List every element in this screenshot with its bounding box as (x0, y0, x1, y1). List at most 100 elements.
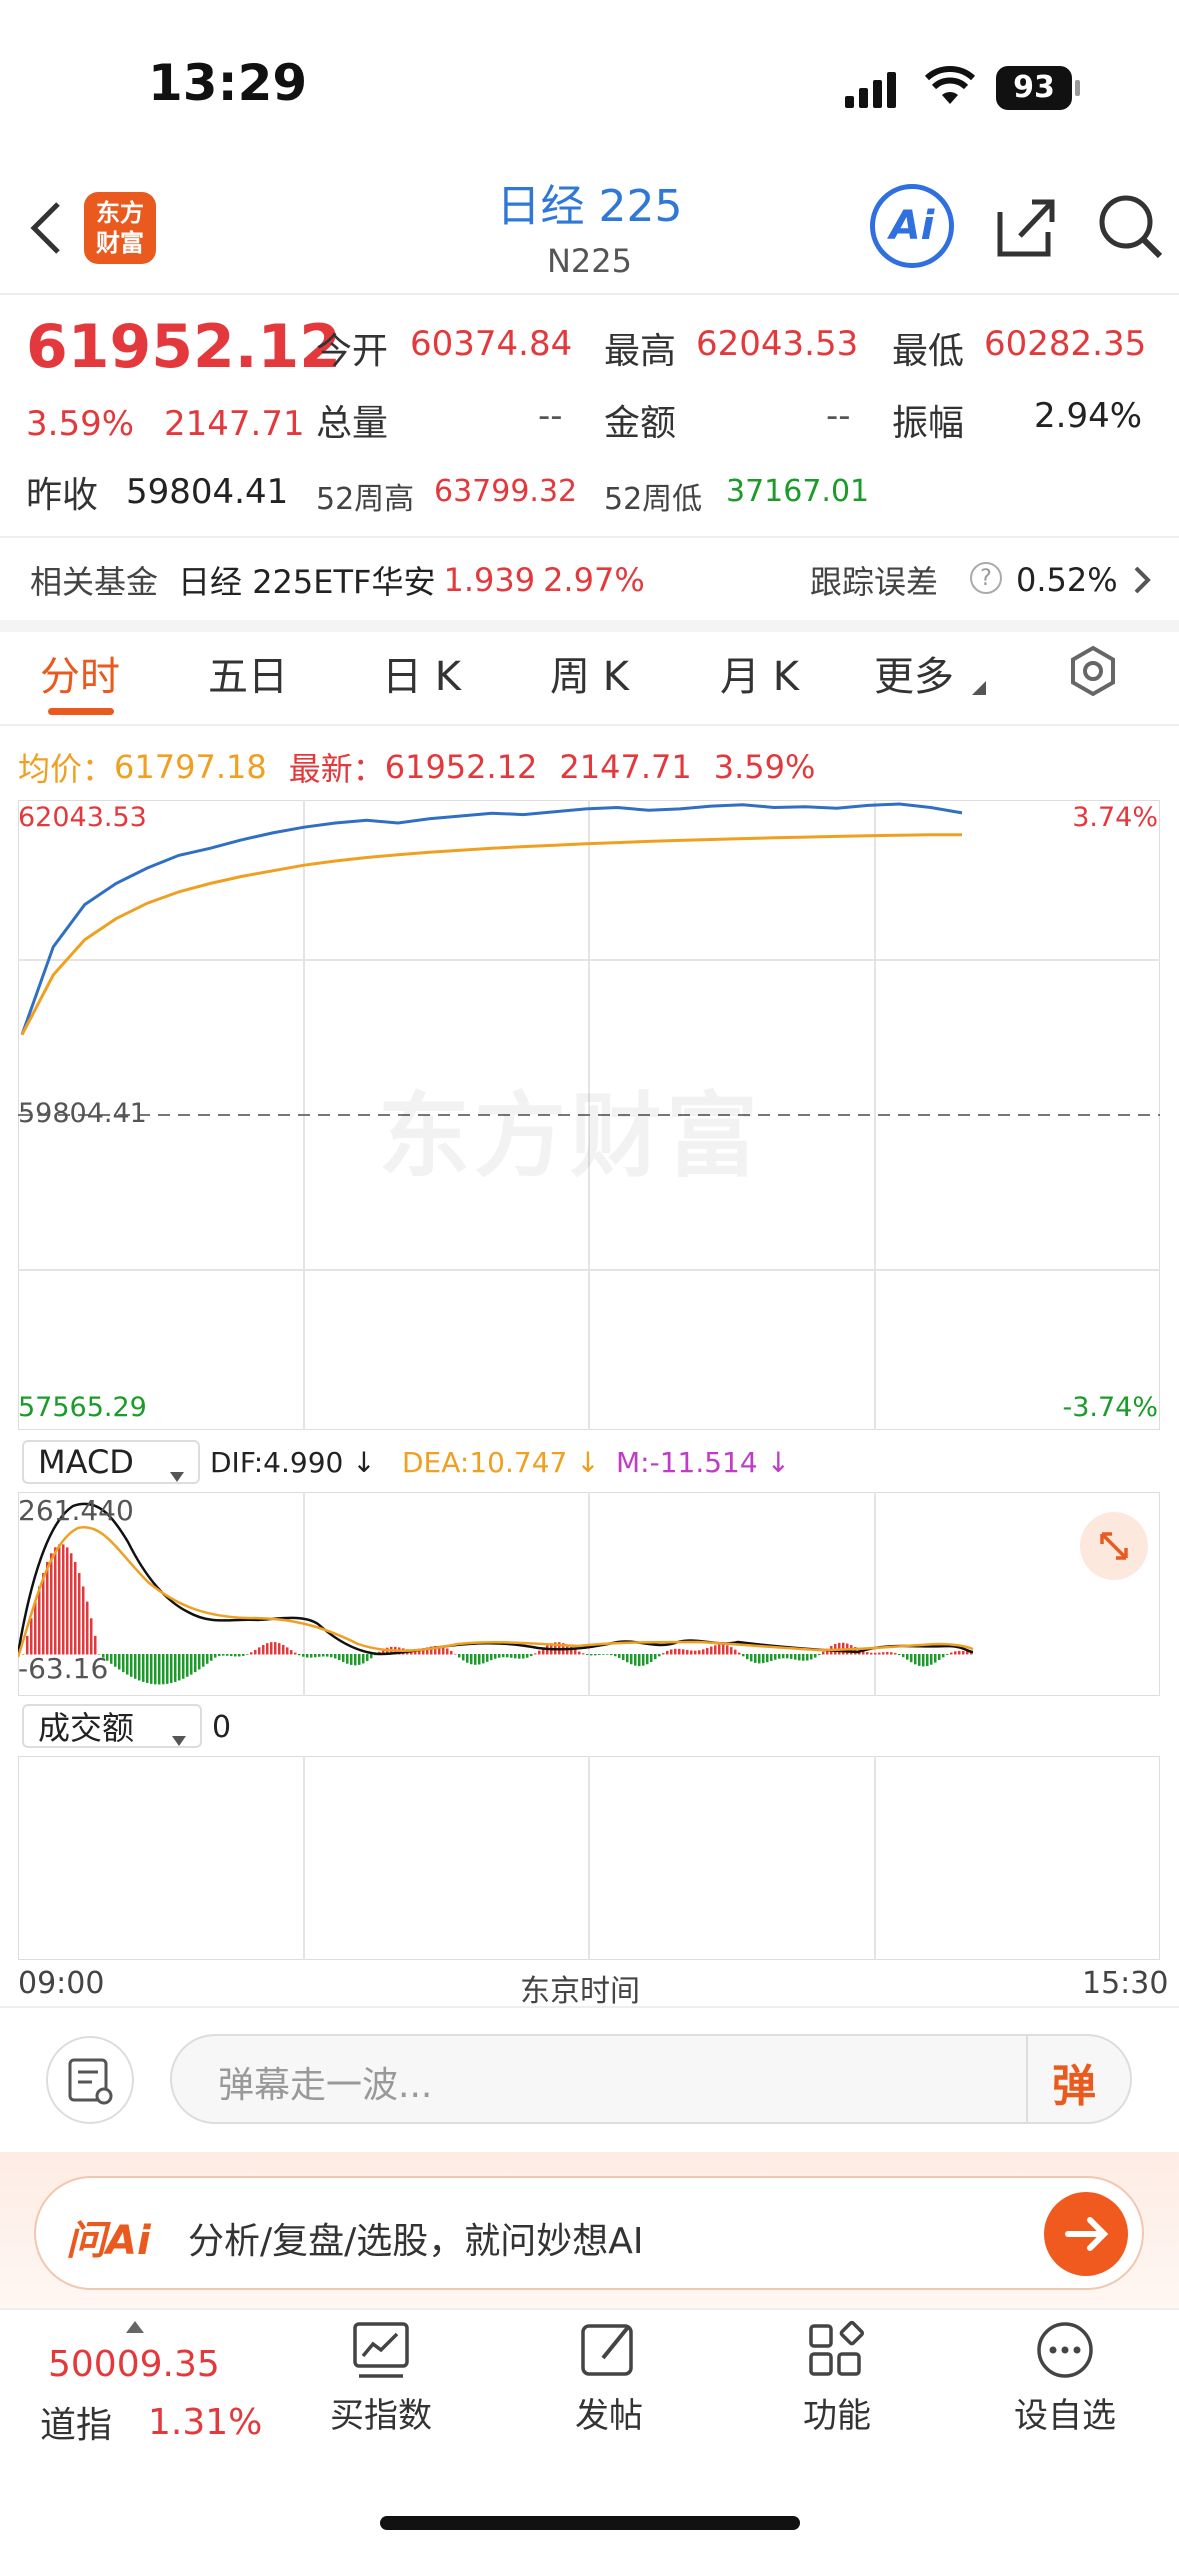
tab-daily-k[interactable]: 日 K (382, 644, 461, 702)
macd-bar (962, 1651, 965, 1655)
buy-index-button[interactable]: 买指数 (306, 2318, 456, 2437)
watermark: 东方财富 (378, 1083, 763, 1190)
volume-chart[interactable] (17, 1755, 1161, 1961)
tab-five-day[interactable]: 五日 (208, 644, 288, 702)
macd-bar (350, 1654, 353, 1665)
macd-bar (262, 1645, 265, 1655)
volume-selector[interactable]: 成交额 (22, 1704, 202, 1748)
quote-divider (0, 536, 1179, 538)
macd-bar (270, 1642, 273, 1655)
macd-bar (802, 1654, 805, 1661)
macd-bar (770, 1654, 773, 1661)
macd-bar (342, 1654, 345, 1662)
macd-bar (874, 1652, 877, 1655)
ai-assistant-bar[interactable]: 问Ai 分析/复盘/选股，就问妙想AI (34, 2176, 1144, 2290)
tab-weekly-k[interactable]: 周 K (550, 644, 629, 702)
up-triangle-icon (126, 2318, 144, 2337)
macd-bar (814, 1654, 817, 1658)
related-fund-row[interactable]: 相关基金 日经 225ETF华安 1.939 2.97% 跟踪误差 ? 0.52… (30, 556, 1160, 604)
macd-selector[interactable]: MACD (22, 1440, 200, 1484)
macd-bar (322, 1654, 325, 1657)
macd-bar (150, 1654, 153, 1684)
wk52-low-value: 37167.01 (726, 474, 870, 509)
tab-more[interactable]: 更多 (874, 644, 954, 702)
macd-bar (50, 1553, 53, 1655)
macd-bar (590, 1654, 593, 1656)
post-button[interactable]: 发帖 (534, 2318, 684, 2437)
macd-bar (682, 1649, 685, 1655)
add-watchlist-button[interactable]: 设自选 (990, 2318, 1140, 2437)
macd-bar (930, 1654, 933, 1665)
latest-label: 最新： (288, 750, 385, 788)
share-icon[interactable] (992, 192, 1062, 266)
tabbar-divider (0, 2308, 1179, 2310)
dow-value: 50009.35 (48, 2344, 220, 2385)
caret-down-icon (170, 1454, 184, 1492)
macd-bar (134, 1654, 137, 1679)
macd-bar (206, 1654, 209, 1664)
macd-bar (454, 1653, 457, 1655)
macd-bar (638, 1654, 641, 1667)
macd-bar (586, 1654, 589, 1655)
macd-bar (670, 1649, 673, 1655)
intraday-chart[interactable]: 62043.53 59804.41 57565.29 3.74% -3.74% … (17, 799, 1161, 1431)
macd-bar (186, 1654, 189, 1677)
search-icon[interactable] (1094, 190, 1166, 266)
macd-bar (154, 1654, 157, 1685)
macd-bar (606, 1654, 609, 1655)
macd-bar (678, 1648, 681, 1655)
macd-bar (74, 1561, 77, 1655)
macd-bar (358, 1654, 361, 1665)
fund-pct: 2.97% (543, 561, 645, 599)
notes-icon[interactable] (46, 2036, 134, 2124)
macd-bar (290, 1650, 293, 1655)
macd-bar (610, 1654, 613, 1656)
macd-bar (282, 1644, 285, 1655)
macd-bar (138, 1654, 141, 1681)
macd-bar (78, 1573, 81, 1655)
macd-bar (234, 1654, 237, 1657)
open-label: 今开 (316, 331, 389, 372)
macd-bar (502, 1654, 505, 1658)
dow-ticker[interactable]: 道指 1.31% (40, 2396, 262, 2448)
comment-input[interactable]: 弹幕走一波... 弹 (170, 2034, 1132, 2124)
macd-bar (738, 1652, 741, 1655)
macd-bar (258, 1647, 261, 1655)
macd-bar (750, 1654, 753, 1662)
macd-bar (642, 1654, 645, 1666)
danmu-button[interactable]: 弹 (1052, 2050, 1096, 2114)
macd-bar (866, 1652, 869, 1655)
macd-bar (38, 1586, 41, 1655)
macd-bar (474, 1654, 477, 1665)
y-bottom-label: 57565.29 (18, 1392, 147, 1423)
macd-bar (250, 1652, 253, 1655)
macd-bar (370, 1654, 373, 1659)
y-top-label: 62043.53 (18, 802, 147, 833)
macd-bar (722, 1644, 725, 1655)
low-label: 最低 (892, 331, 965, 372)
macd-bar (698, 1650, 701, 1655)
macd-bar (734, 1649, 737, 1655)
macd-bar (326, 1654, 329, 1657)
tab-intraday[interactable]: 分时 (40, 644, 120, 702)
expand-icon[interactable] (1080, 1512, 1148, 1580)
status-time: 13:29 (148, 54, 308, 112)
time-end-label: 15:30 (1082, 1966, 1169, 2001)
tab-monthly-k[interactable]: 月 K (720, 644, 799, 702)
help-icon[interactable]: ? (970, 562, 1002, 594)
macd-bar (494, 1654, 497, 1659)
macd-bar (822, 1651, 825, 1655)
macd-bar (246, 1654, 249, 1655)
prev-close-label: 昨收 (26, 475, 99, 516)
macd-bar (478, 1654, 481, 1665)
settings-icon[interactable] (1066, 644, 1120, 702)
functions-button[interactable]: 功能 (762, 2318, 912, 2437)
dropdown-triangle-icon (972, 680, 986, 699)
macd-bar (338, 1654, 341, 1661)
battery-level: 93 (1013, 70, 1055, 105)
ai-button[interactable]: Ai (870, 184, 954, 268)
macd-bar (178, 1654, 181, 1681)
macd-chart[interactable]: 261.440 -63.16 (16, 1491, 1161, 1697)
macd-bar (942, 1654, 945, 1658)
arrow-right-icon[interactable] (1044, 2192, 1128, 2276)
